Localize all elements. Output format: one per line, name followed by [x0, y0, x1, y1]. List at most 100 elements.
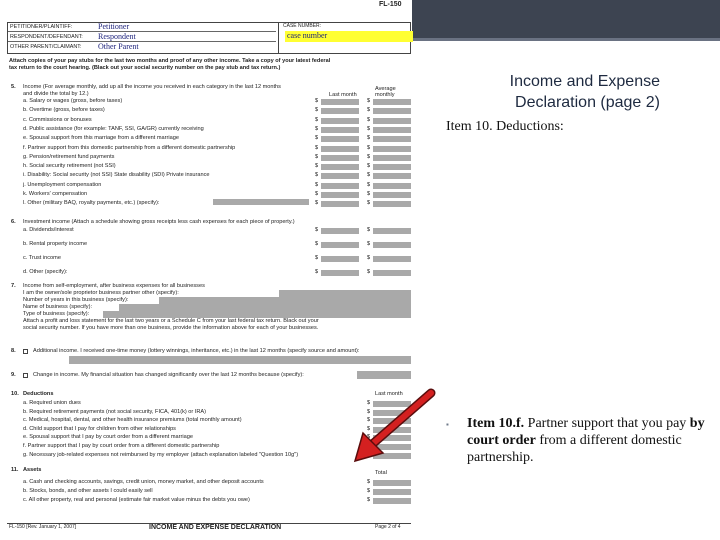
amount-field[interactable] [321, 126, 359, 133]
dollar-sign: $ [315, 144, 319, 151]
amount-field[interactable] [321, 228, 359, 234]
dollar-sign: $ [315, 98, 319, 104]
form-code: FL-150 [379, 1, 402, 8]
amount-field[interactable] [373, 117, 411, 124]
section-number: 5. [11, 84, 16, 90]
income-row-label: l. Other (military BAQ, royalty payments… [23, 200, 160, 207]
amount-field[interactable] [373, 99, 411, 105]
income-row-label: h. Social security retirement (not SSI) [23, 163, 116, 170]
income-row-label: a. Salary or wages (gross, before taxes) [23, 98, 123, 104]
dollar-sign: $ [315, 107, 319, 114]
investment-header: Investment income (Attach a schedule sho… [23, 219, 295, 225]
bullet-body: Partner support that you pay [524, 416, 690, 431]
amount-field[interactable] [321, 136, 359, 143]
assets-header: Assets [23, 467, 42, 473]
amount-field[interactable] [373, 192, 411, 198]
bullet-label: Item 10.f. [467, 416, 525, 431]
investment-row-label: b. Rental property income [23, 241, 88, 247]
self-employment-row-label: I am the owner/sole proprietor business … [23, 290, 179, 296]
party-value: Petitioner [98, 22, 130, 31]
dollar-sign: $ [315, 125, 319, 132]
amount-field[interactable] [373, 498, 411, 504]
amount-field[interactable] [321, 145, 359, 152]
amount-field[interactable] [373, 270, 411, 276]
investment-row-label: a. Dividends/interest [23, 227, 74, 233]
deduction-row-label: f. Partner support that I pay by court o… [23, 443, 220, 449]
amount-field[interactable] [321, 154, 359, 161]
dollar-sign: $ [315, 255, 319, 261]
section-number: 9. [11, 372, 16, 378]
income-header: Income (For average monthly, add up all … [23, 84, 281, 90]
dollar-sign: $ [315, 153, 319, 160]
income-header-2: and divide the total by 12.) [23, 91, 89, 97]
amount-field[interactable] [373, 242, 411, 248]
checkbox-icon [23, 349, 28, 354]
specify-field[interactable] [213, 199, 309, 205]
amount-field[interactable] [321, 182, 359, 189]
amount-field[interactable] [321, 192, 359, 198]
dollar-sign: $ [367, 144, 371, 151]
dollar-sign: $ [367, 135, 371, 142]
case-number-field: case number [285, 31, 413, 42]
dollar-sign: $ [367, 163, 371, 170]
bullet-text: Item 10.f. Partner support that you pay … [467, 415, 707, 466]
amount-field[interactable] [321, 270, 359, 276]
dollar-sign: $ [367, 98, 371, 104]
form-intro-line: Attach copies of your pay stubs for the … [9, 58, 331, 64]
asset-row-label: b. Stocks, bonds, and other assets I cou… [23, 488, 153, 494]
dollar-sign: $ [367, 172, 371, 179]
amount-field[interactable] [373, 126, 411, 133]
change-income: Change in income. My financial situation… [33, 372, 304, 378]
amount-field[interactable] [321, 256, 359, 262]
slide-title: Income and Expense Declaration (page 2) [509, 73, 660, 111]
amount-field[interactable] [321, 164, 359, 171]
dollar-sign: $ [315, 191, 319, 197]
party-value: Respondent [98, 32, 136, 41]
party-value: Other Parent [98, 42, 139, 51]
form-intro-line: tax return to the court hearing. (Black … [9, 65, 281, 71]
self-employment-row-label: Income from self-employment, after busin… [23, 283, 205, 289]
amount-field[interactable] [373, 489, 411, 495]
income-row-label: i. Disability: Social security (not SSI)… [23, 172, 210, 179]
dollar-sign: $ [315, 163, 319, 170]
amount-field[interactable] [373, 228, 411, 234]
dollar-sign: $ [367, 181, 371, 188]
amount-field[interactable] [373, 108, 411, 115]
amount-field[interactable] [321, 201, 359, 208]
amount-field[interactable] [373, 136, 411, 143]
case-number-label: CASE NUMBER: [283, 23, 322, 29]
amount-field[interactable] [321, 117, 359, 124]
assets-col: Total [375, 470, 387, 476]
amount-field[interactable] [321, 108, 359, 115]
asset-row-label: c. All other property, real and personal… [23, 497, 250, 503]
amount-field[interactable] [373, 154, 411, 161]
amount-field[interactable] [321, 99, 359, 105]
amount-field[interactable] [373, 201, 411, 208]
self-employment-row-label: Attach a profit and loss statement for t… [23, 318, 319, 324]
self-employment-row-label: Name of business (specify): [23, 304, 93, 310]
red-arrow-icon [353, 388, 436, 463]
dollar-sign: $ [367, 107, 371, 114]
amount-field[interactable] [321, 242, 359, 248]
amount-field[interactable] [373, 182, 411, 189]
deduction-row-label: a. Required union dues [23, 400, 81, 406]
amount-field[interactable] [373, 173, 411, 180]
investment-row-label: c. Trust income [23, 255, 61, 261]
dollar-sign: $ [315, 200, 319, 207]
dollar-sign: $ [315, 116, 319, 123]
amount-field[interactable] [373, 256, 411, 262]
income-row-label: g. Pension/retirement fund payments [23, 153, 115, 160]
dollar-sign: $ [315, 227, 319, 233]
dollar-sign: $ [315, 181, 319, 188]
dollar-sign: $ [367, 269, 371, 275]
deduction-row-label: d. Child support that I pay for children… [23, 425, 176, 432]
amount-field[interactable] [373, 480, 411, 486]
amount-field[interactable] [373, 164, 411, 171]
amount-field[interactable] [321, 173, 359, 180]
investment-row-label: d. Other (specify): [23, 269, 68, 275]
deduction-row-label: g. Necessary job-related expenses not re… [23, 451, 299, 458]
income-row-label: d. Public assistance (for example: TANF,… [23, 125, 204, 132]
income-row-label: k. Workers' compensation [23, 191, 88, 197]
party-label: RESPONDENT/DEFENDANT: [10, 34, 83, 40]
amount-field[interactable] [373, 145, 411, 152]
